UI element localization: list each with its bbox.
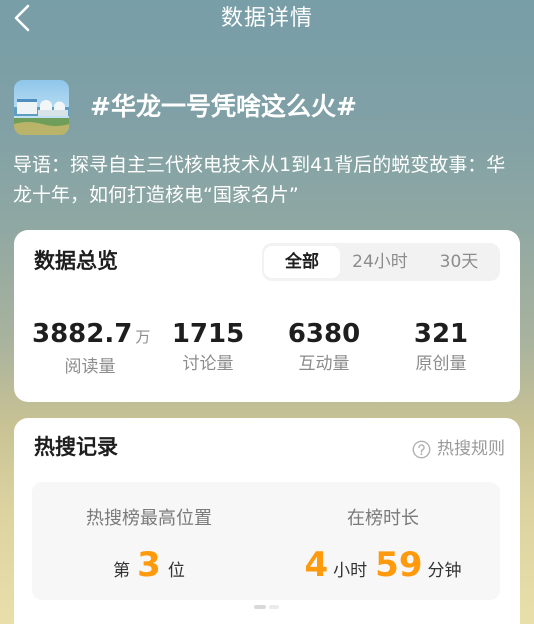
topic-thumbnail <box>14 80 69 135</box>
stat-label: 讨论量 <box>182 354 234 374</box>
stat-discussions: 1715 讨论量 <box>150 317 266 375</box>
minutes-number: 59 <box>375 545 423 585</box>
stat-reads: 3882.7 万 阅读量 <box>32 317 151 378</box>
stat-value: 6380 <box>287 319 361 349</box>
stat-label: 原创量 <box>415 354 467 374</box>
tab-30d[interactable]: 30天 <box>420 246 498 278</box>
intro-line: 导语：探寻自主三代核电技术从1到41背后的蜕变故事：华 <box>13 154 506 176</box>
minutes-unit: 分钟 <box>427 561 462 581</box>
hours-unit: 小时 <box>333 561 368 581</box>
tab-all[interactable]: 全部 <box>264 246 340 278</box>
time-on-list-label: 在榜时长 <box>347 508 419 529</box>
topic-intro: 导语：探寻自主三代核电技术从1到41背后的蜕变故事：华 龙十年，如何打造核电“国… <box>13 150 528 210</box>
stat-label: 互动量 <box>298 354 350 374</box>
hot-search-title: 热搜记录 <box>34 435 118 459</box>
stat-value: 1715 <box>171 319 245 349</box>
topic-title: #华龙一号凭啥这么火# <box>90 92 357 121</box>
time-on-list: 在榜时长 4 小时 59 分钟 <box>266 482 500 600</box>
stat-value-row: 3882.7 万 <box>32 317 151 354</box>
stat-value: 3882.7 <box>32 319 133 349</box>
indicator-dot-active <box>254 605 266 609</box>
intro-line: 龙十年，如何打造核电“国家名片” <box>13 184 299 206</box>
time-range-tabs: 全部 24小时 30天 <box>262 243 500 281</box>
question-circle-icon <box>412 440 431 459</box>
tab-24h[interactable]: 24小时 <box>342 246 418 278</box>
rank-suffix: 位 <box>167 561 185 581</box>
rules-label: 热搜规则 <box>437 439 505 459</box>
stat-label: 阅读量 <box>64 357 116 377</box>
peak-position: 热搜榜最高位置 第3位 <box>32 482 266 600</box>
data-overview-card: 数据总览 全部 24小时 30天 3882.7 万 阅读量 1715 讨论量 63… <box>14 230 520 402</box>
hot-search-card: 热搜记录 热搜规则 热搜榜最高位置 第3位 在榜时长 4 小时 59 分钟 <box>14 418 520 624</box>
stat-originals: 321 原创量 <box>383 317 499 375</box>
rank-prefix: 第 <box>113 561 131 581</box>
time-on-list-value: 4 小时 59 分钟 <box>266 545 500 591</box>
rank-number: 3 <box>137 545 161 585</box>
page-title: 数据详情 <box>220 6 313 31</box>
stat-unit: 万 <box>135 328 151 346</box>
nuclear-plant-image <box>14 80 69 135</box>
page-indicator <box>254 605 279 609</box>
hot-search-stats-panel: 热搜榜最高位置 第3位 在榜时长 4 小时 59 分钟 <box>32 482 500 600</box>
hours-number: 4 <box>304 545 329 585</box>
stat-value: 321 <box>413 319 469 349</box>
overview-title: 数据总览 <box>34 249 118 273</box>
indicator-dot <box>269 605 279 609</box>
stat-interactions: 6380 互动量 <box>266 317 382 375</box>
peak-position-value: 第3位 <box>32 545 266 591</box>
hot-search-rules-link[interactable]: 热搜规则 <box>412 437 505 461</box>
peak-position-label: 热搜榜最高位置 <box>86 508 212 529</box>
